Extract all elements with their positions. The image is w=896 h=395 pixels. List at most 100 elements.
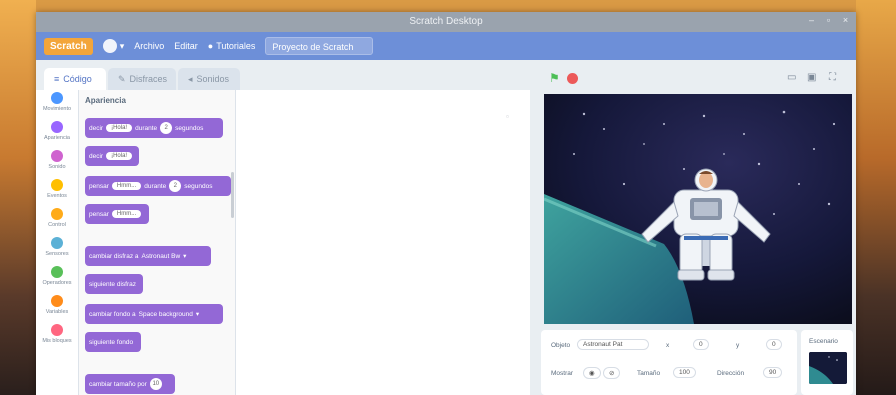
- tab-costumes-label: Disfraces: [129, 74, 168, 84]
- scratch-logo[interactable]: Scratch: [44, 37, 93, 55]
- tab-costumes[interactable]: ✎ Disfraces: [108, 68, 176, 90]
- show-label: Mostrar: [551, 370, 574, 377]
- window-title: Scratch Desktop: [409, 16, 483, 27]
- category-motion[interactable]: Movimiento: [36, 90, 78, 119]
- large-stage-icon[interactable]: ▣: [807, 72, 816, 83]
- block-text: cambiar disfraz a: [89, 252, 139, 260]
- tab-sounds-label: Sonidos: [196, 74, 230, 84]
- maximize-icon[interactable]: ▫: [824, 16, 833, 25]
- category-operators[interactable]: Operadores: [36, 264, 78, 293]
- script-area[interactable]: [236, 90, 530, 395]
- block-dropdown[interactable]: Astronaut Bw: [142, 253, 181, 260]
- minimize-icon[interactable]: –: [807, 16, 816, 25]
- block-text: pensar: [89, 182, 109, 190]
- sprite-info-panel: Objeto Astronaut Pat x 0 y 0 Mostrar ◉ ⊘…: [541, 330, 797, 395]
- motion-dot-icon: [51, 92, 63, 104]
- block-input[interactable]: ¡Hola!: [106, 124, 133, 132]
- stage-selector-panel[interactable]: Escenario: [801, 330, 853, 395]
- block-text: cambiar tamaño por: [89, 380, 147, 388]
- hide-eye-icon[interactable]: ⊘: [603, 367, 621, 379]
- category-variables[interactable]: Variables: [36, 293, 78, 322]
- category-control[interactable]: Control: [36, 206, 78, 235]
- block-change-size[interactable]: cambiar tamaño por 10: [85, 374, 175, 394]
- tab-code[interactable]: ≡ Código: [44, 68, 106, 90]
- lightbulb-icon: ●: [207, 41, 214, 51]
- x-field[interactable]: 0: [693, 339, 709, 350]
- backdrop-thumbnail-image: [809, 352, 847, 384]
- block-text: durante: [144, 182, 167, 190]
- palette-scrollbar[interactable]: [231, 172, 234, 218]
- block-input[interactable]: Hmm...: [111, 210, 142, 218]
- block-next-backdrop[interactable]: siguiente fondo: [85, 332, 141, 352]
- sprite-label: Objeto: [551, 342, 571, 349]
- direction-field[interactable]: 90: [763, 367, 783, 378]
- tutorials-label: Tutoriales: [216, 41, 256, 51]
- direction-label: Dirección: [717, 370, 745, 377]
- palette-section-title: Apariencia: [85, 96, 126, 105]
- fullscreen-icon[interactable]: ⛶: [829, 72, 836, 83]
- tab-sounds[interactable]: ◂ Sonidos: [178, 68, 240, 90]
- brush-icon: ✎: [118, 73, 126, 84]
- category-my-blocks[interactable]: Mis bloques: [36, 322, 78, 351]
- language-menu[interactable]: ▾: [102, 39, 125, 53]
- block-say-for-secs[interactable]: decir ¡Hola! durante 2 segundos: [85, 118, 223, 138]
- category-sensing[interactable]: Sensores: [36, 235, 78, 264]
- backdrop-thumbnail[interactable]: [809, 352, 847, 384]
- stage-panel-label: Escenario: [809, 338, 838, 345]
- category-menu: Movimiento Apariencia Sonido Eventos Con…: [36, 90, 79, 395]
- desktop-wallpaper-right: [856, 0, 896, 395]
- chevron-down-icon: ▾: [195, 311, 200, 318]
- tutorials-menu[interactable]: ● Tutoriales: [208, 41, 256, 51]
- category-sound[interactable]: Sonido: [36, 148, 78, 177]
- my-blocks-dot-icon: [51, 324, 63, 336]
- code-icon: ≡: [54, 74, 60, 84]
- y-field[interactable]: 0: [766, 339, 782, 350]
- block-dropdown[interactable]: Space background: [139, 311, 193, 318]
- block-text: siguiente fondo: [89, 338, 134, 346]
- category-label: Sonido: [48, 164, 66, 170]
- block-number-input[interactable]: 10: [149, 378, 162, 390]
- block-think-for-secs[interactable]: pensar Hmm... durante 2 segundos: [85, 176, 231, 196]
- block-next-costume[interactable]: siguiente disfraz: [85, 274, 143, 294]
- block-text: durante: [135, 124, 158, 132]
- stop-icon[interactable]: [567, 73, 578, 84]
- block-switch-backdrop[interactable]: cambiar fondo a Space background ▾: [85, 304, 223, 324]
- file-menu[interactable]: Archivo: [134, 41, 164, 51]
- block-switch-costume[interactable]: cambiar disfraz a Astronaut Bw ▾: [85, 246, 211, 266]
- close-icon[interactable]: ×: [841, 16, 850, 25]
- stage-scene: [544, 94, 852, 324]
- small-stage-icon[interactable]: ▭: [787, 72, 796, 83]
- chevron-down-icon: ▾: [119, 40, 125, 51]
- show-eye-icon[interactable]: ◉: [583, 367, 601, 379]
- editor-tabs: ≡ Código ✎ Disfraces ◂ Sonidos: [36, 60, 536, 90]
- sprite-name-field[interactable]: Astronaut Pat: [577, 339, 649, 350]
- operators-dot-icon: [51, 266, 63, 278]
- block-input[interactable]: Hmm...: [111, 182, 142, 190]
- stage-canvas[interactable]: [544, 94, 852, 324]
- category-label: Control: [48, 222, 66, 228]
- size-field[interactable]: 100: [673, 367, 696, 378]
- looks-dot-icon: [51, 121, 63, 133]
- block-input[interactable]: ¡Hola!: [106, 152, 133, 160]
- edit-menu[interactable]: Editar: [174, 41, 198, 51]
- block-say[interactable]: decir ¡Hola!: [85, 146, 139, 166]
- green-flag-icon[interactable]: ⚑: [549, 71, 560, 85]
- size-label: Tamaño: [637, 370, 661, 377]
- variables-dot-icon: [51, 295, 63, 307]
- category-label: Eventos: [47, 193, 67, 199]
- category-label: Operadores: [42, 280, 72, 286]
- y-icon: y: [736, 342, 740, 349]
- project-title-input[interactable]: Proyecto de Scratch: [265, 37, 374, 55]
- block-text: segundos: [184, 182, 213, 190]
- category-events[interactable]: Eventos: [36, 177, 78, 206]
- block-think[interactable]: pensar Hmm...: [85, 204, 149, 224]
- block-text: decir: [89, 124, 104, 132]
- category-looks[interactable]: Apariencia: [36, 119, 78, 148]
- block-number-input[interactable]: 2: [160, 122, 173, 134]
- block-text: siguiente disfraz: [89, 280, 136, 288]
- scratch-window: Scratch Desktop – ▫ × Scratch ▾ Archivo …: [36, 12, 856, 395]
- category-label: Variables: [45, 309, 69, 315]
- stage-controls: ⚑ ▭ ▣ ⛶: [541, 68, 853, 90]
- block-number-input[interactable]: 2: [169, 180, 182, 192]
- sprite-watermark-icon: ▫: [506, 112, 509, 121]
